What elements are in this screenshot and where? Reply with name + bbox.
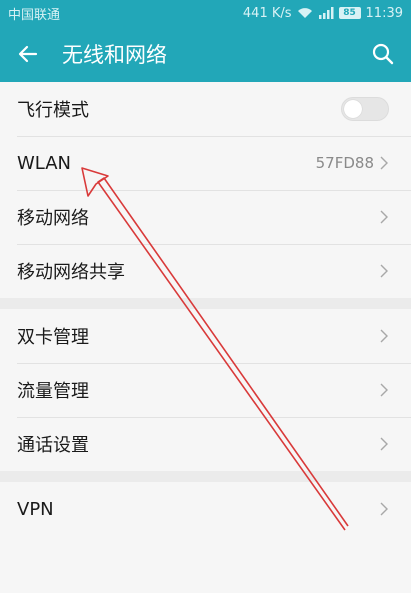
settings-group-sim: 双卡管理 流量管理 通话设置 xyxy=(0,309,411,471)
settings-item-label: 飞行模式 xyxy=(17,100,89,121)
settings-item-label: 流量管理 xyxy=(17,381,89,402)
signal-icon xyxy=(318,7,334,19)
battery-icon: 85 xyxy=(338,7,361,19)
wlan-network-name: 57FD88 xyxy=(315,154,374,172)
settings-item-label: 移动网络共享 xyxy=(17,262,125,283)
clock: 11:39 xyxy=(365,5,403,21)
settings-item-label: 移动网络 xyxy=(17,208,89,229)
status-icons: 441 K/s 85 11:39 xyxy=(243,6,403,21)
settings-item-airplane-mode[interactable]: 飞行模式 xyxy=(0,82,411,136)
settings-group-vpn: VPN xyxy=(0,482,411,536)
network-speed: 441 K/s xyxy=(242,5,292,21)
settings-item-mobile-network[interactable]: 移动网络 xyxy=(0,190,411,244)
settings-item-vpn[interactable]: VPN xyxy=(0,482,411,536)
carrier-name: 中国联通 xyxy=(8,7,61,23)
search-icon[interactable] xyxy=(355,26,411,82)
settings-item-label: VPN xyxy=(17,498,54,520)
settings-item-call-settings[interactable]: 通话设置 xyxy=(0,417,411,471)
toggle-knob xyxy=(344,100,362,118)
page-title: 无线和网络 xyxy=(62,43,167,67)
chevron-right-icon xyxy=(380,210,389,224)
section-divider xyxy=(0,471,411,482)
chevron-right-icon xyxy=(380,156,389,170)
chevron-right-icon xyxy=(380,329,389,343)
settings-group-network: 飞行模式 WLAN 57FD88 移动网络 移动网络共享 xyxy=(0,82,411,298)
settings-item-data-usage[interactable]: 流量管理 xyxy=(0,363,411,417)
wifi-icon xyxy=(297,7,313,19)
arrow-left-icon[interactable] xyxy=(0,26,56,82)
chevron-right-icon xyxy=(380,437,389,451)
status-bar: 中国联通 441 K/s 85 11:39 xyxy=(0,0,411,26)
airplane-mode-toggle[interactable] xyxy=(341,97,389,121)
section-divider xyxy=(0,298,411,309)
settings-item-label: 双卡管理 xyxy=(17,327,89,348)
settings-item-wlan[interactable]: WLAN 57FD88 xyxy=(0,136,411,190)
app-bar: 无线和网络 xyxy=(0,26,411,82)
settings-item-label: 通话设置 xyxy=(17,435,89,456)
chevron-right-icon xyxy=(380,264,389,278)
chevron-right-icon xyxy=(380,502,389,516)
chevron-right-icon xyxy=(380,383,389,397)
settings-list: 飞行模式 WLAN 57FD88 移动网络 移动网络共享 双卡管理 流量管理 通… xyxy=(0,82,411,536)
settings-item-tethering[interactable]: 移动网络共享 xyxy=(0,244,411,298)
settings-item-label: WLAN xyxy=(17,152,72,174)
settings-item-dual-sim[interactable]: 双卡管理 xyxy=(0,309,411,363)
